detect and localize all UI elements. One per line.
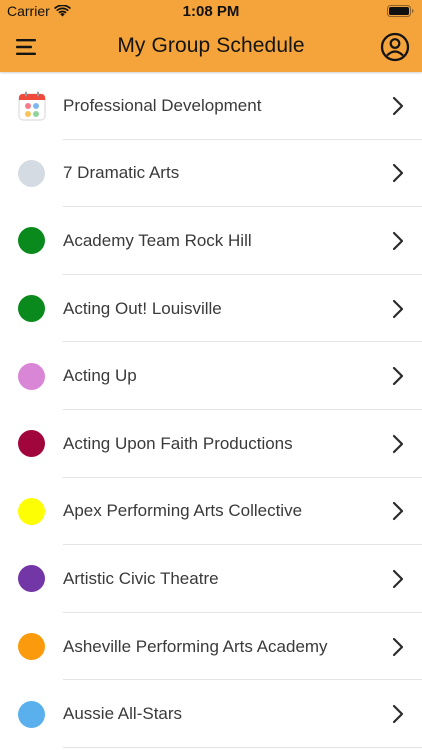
chevron-right-icon bbox=[392, 96, 404, 115]
group-color-dot bbox=[18, 362, 45, 390]
navigation-bar: My Group Schedule bbox=[0, 24, 422, 72]
chevron-right-icon bbox=[392, 299, 404, 318]
list-item[interactable]: Asheville Performing Arts Academy bbox=[0, 613, 422, 681]
list-item-label: Asheville Performing Arts Academy bbox=[63, 636, 328, 656]
list-item[interactable]: Professional Development bbox=[0, 72, 422, 140]
list-item[interactable]: Acting Up bbox=[0, 342, 422, 410]
profile-button[interactable] bbox=[380, 32, 410, 62]
status-bar: Carrier 1:08 PM bbox=[0, 0, 422, 24]
list-item[interactable]: Apex Performing Arts Collective bbox=[0, 478, 422, 546]
group-list: Professional Development 7 Dramatic Arts A… bbox=[0, 72, 422, 748]
group-color-dot bbox=[18, 633, 45, 661]
list-item[interactable]: Artistic Civic Theatre bbox=[0, 545, 422, 613]
list-item[interactable]: Aussie All-Stars bbox=[0, 680, 422, 748]
chevron-right-icon bbox=[392, 637, 404, 656]
list-item-label: Apex Performing Arts Collective bbox=[63, 501, 303, 521]
list-item-label: Acting Up bbox=[63, 366, 137, 386]
chevron-right-icon bbox=[392, 502, 404, 521]
app-header: Carrier 1:08 PM My Group Schedule bbox=[0, 0, 422, 72]
list-item-label: Academy Team Rock Hill bbox=[63, 230, 252, 250]
list-item-label: Aussie All-Stars bbox=[63, 704, 183, 724]
group-color-dot bbox=[18, 430, 45, 458]
group-color-dot bbox=[18, 565, 45, 593]
list-item[interactable]: Acting Upon Faith Productions bbox=[0, 410, 422, 478]
list-item[interactable]: 7 Dramatic Arts bbox=[0, 140, 422, 208]
group-color-dot bbox=[18, 159, 45, 187]
list-item-label: Professional Development bbox=[63, 95, 262, 115]
battery-icon bbox=[387, 5, 414, 17]
page-title: My Group Schedule bbox=[117, 34, 305, 57]
chevron-right-icon bbox=[392, 705, 404, 724]
chevron-right-icon bbox=[392, 164, 404, 183]
group-color-dot bbox=[18, 700, 45, 728]
list-item-label: Acting Out! Louisville bbox=[63, 298, 222, 318]
group-color-dot bbox=[18, 227, 45, 255]
list-item-label: Artistic Civic Theatre bbox=[63, 568, 219, 588]
group-color-dot bbox=[18, 497, 45, 525]
chevron-right-icon bbox=[392, 569, 404, 589]
user-circle-icon bbox=[380, 32, 410, 62]
list-item[interactable]: Academy Team Rock Hill bbox=[0, 207, 422, 275]
list-item[interactable]: Acting Out! Louisville bbox=[0, 275, 422, 343]
list-item-label: Acting Upon Faith Productions bbox=[63, 433, 293, 453]
status-time: 1:08 PM bbox=[182, 3, 240, 20]
group-color-dot bbox=[18, 295, 45, 323]
list-item-label: 7 Dramatic Arts bbox=[63, 163, 180, 183]
chevron-right-icon bbox=[392, 367, 404, 386]
chevron-right-icon bbox=[392, 434, 404, 453]
calendar-icon bbox=[18, 91, 46, 121]
chevron-right-icon bbox=[392, 231, 404, 251]
